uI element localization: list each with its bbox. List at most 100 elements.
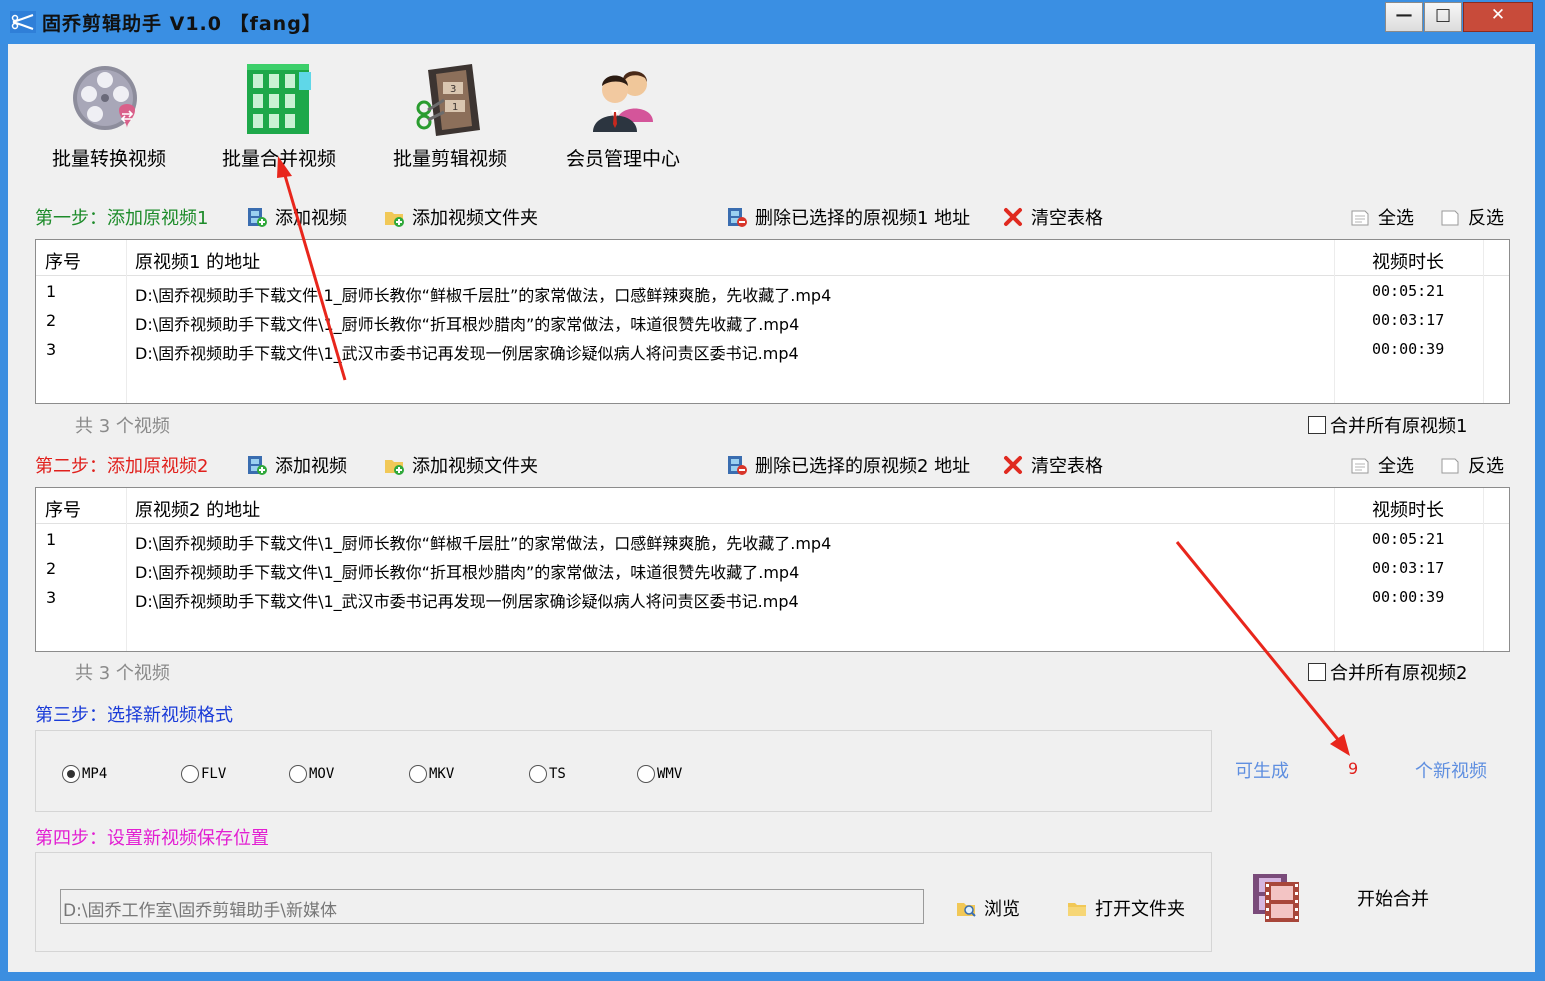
batch-merge-label: 批量合并视频 <box>221 148 336 170</box>
radio-dot[interactable] <box>637 765 655 783</box>
open-folder-button[interactable]: 打开文件夹 <box>1067 895 1185 921</box>
add-video-icon <box>248 456 267 475</box>
scissors-app-icon <box>10 11 36 33</box>
checkbox-box[interactable] <box>1308 416 1326 434</box>
merge-all-video1-label: 合并所有原视频1 <box>1330 416 1468 437</box>
step2-add-folder-button[interactable]: 添加视频文件夹 <box>384 452 538 478</box>
radio-dot[interactable] <box>181 765 199 783</box>
invert-select-icon <box>1441 458 1459 474</box>
merge-all-video1-checkbox[interactable]: 合并所有原视频1 <box>1308 412 1467 438</box>
batch-convert-label: 批量转换视频 <box>51 148 166 170</box>
batch-edit-button[interactable]: 3 1 批量剪辑视频 <box>385 60 515 171</box>
table-row[interactable]: 3 D:\固乔视频助手下载文件\1_武汉市委书记再发现一例居家确诊疑似病人将问责区… <box>36 335 1509 364</box>
table-row[interactable]: 2 D:\固乔视频助手下载文件\1_厨师长教你“折耳根炒腊肉”的家常做法，味道很赞… <box>36 554 1509 583</box>
step3-title: 第三步：选择新视频格式 <box>35 705 233 726</box>
maximize-button[interactable]: □ <box>1424 2 1462 32</box>
step1-add-folder-button[interactable]: 添加视频文件夹 <box>384 204 538 230</box>
step2-select-all-label: 全选 <box>1378 456 1414 477</box>
column-index[interactable]: 序号 <box>45 496 81 522</box>
step2-delete-selected-label: 删除已选择的原视频2 地址 <box>755 456 971 477</box>
format-radio-mkv[interactable]: MKV <box>409 765 454 783</box>
minimize-icon: — <box>1395 5 1413 25</box>
start-merge-label: 开始合并 <box>1357 889 1429 910</box>
radio-dot[interactable] <box>62 765 80 783</box>
step1-delete-selected-button[interactable]: 删除已选择的原视频1 地址 <box>727 204 970 230</box>
close-button[interactable]: ✕ <box>1463 2 1533 32</box>
delete-video-icon <box>728 208 747 227</box>
radio-dot[interactable] <box>529 765 547 783</box>
start-merge-button[interactable]: 开始合并 <box>1251 872 1429 924</box>
open-folder-label: 打开文件夹 <box>1095 899 1185 920</box>
step2-delete-selected-button[interactable]: 删除已选择的原视频2 地址 <box>727 452 970 478</box>
batch-edit-label: 批量剪辑视频 <box>392 148 507 170</box>
column-path[interactable]: 原视频1 的地址 <box>135 248 260 274</box>
browse-button[interactable]: 浏览 <box>956 895 1020 921</box>
add-folder-icon <box>385 212 404 227</box>
table-row[interactable]: 1 D:\固乔视频助手下载文件\1_厨师长教你“鲜椒千层肚”的家常做法，口感鲜辣爽… <box>36 277 1509 306</box>
main-window: 批量转换视频 批量合并视频 3 1 批量剪辑视频 会员管理中心 第一步：添加原视… <box>8 44 1535 972</box>
step2-select-all-button[interactable]: 全选 <box>1350 452 1414 478</box>
table-row[interactable]: 1 D:\固乔视频助手下载文件\1_厨师长教你“鲜椒千层肚”的家常做法，口感鲜辣爽… <box>36 525 1509 554</box>
users-icon <box>593 71 653 132</box>
column-duration[interactable]: 视频时长 <box>1372 496 1444 522</box>
title-bar: 固乔剪辑助手 V1.0 【fang】 — □ ✕ <box>0 0 1545 44</box>
maximize-icon: □ <box>1434 5 1452 25</box>
step1-invert-button[interactable]: 反选 <box>1440 204 1504 230</box>
batch-convert-button[interactable]: 批量转换视频 <box>44 62 174 171</box>
clear-x-icon <box>1004 208 1022 226</box>
merge-all-video2-checkbox[interactable]: 合并所有原视频2 <box>1308 659 1467 685</box>
folder-icon <box>1068 903 1086 916</box>
step2-add-video-label: 添加视频 <box>275 456 347 477</box>
column-duration[interactable]: 视频时长 <box>1372 248 1444 274</box>
radio-dot[interactable] <box>409 765 427 783</box>
format-radio-wmv[interactable]: WMV <box>637 765 682 783</box>
minimize-button[interactable]: — <box>1385 2 1423 32</box>
checkbox-box[interactable] <box>1308 663 1326 681</box>
step2-clear-table-button[interactable]: 清空表格 <box>1003 452 1103 478</box>
column-index[interactable]: 序号 <box>45 248 81 274</box>
format-radio-ts[interactable]: TS <box>529 765 566 783</box>
step1-add-video-label: 添加视频 <box>275 208 347 229</box>
step2-video-table[interactable]: 序号 原视频2 的地址 视频时长 1 D:\固乔视频助手下载文件\1_厨师长教你“… <box>35 487 1510 652</box>
column-path[interactable]: 原视频2 的地址 <box>135 496 260 522</box>
add-folder-icon <box>385 460 404 475</box>
delete-video-icon <box>728 456 747 475</box>
step2-invert-button[interactable]: 反选 <box>1440 452 1504 478</box>
step1-add-video-button[interactable]: 添加视频 <box>247 204 347 230</box>
step2-video-count: 共 3 个视频 <box>75 663 170 684</box>
format-radio-mp4[interactable]: MP4 <box>62 765 107 783</box>
member-center-button[interactable]: 会员管理中心 <box>558 62 688 171</box>
format-radio-flv[interactable]: FLV <box>181 765 226 783</box>
step4-title: 第四步：设置新视频保存位置 <box>35 828 269 849</box>
browse-label: 浏览 <box>984 899 1020 920</box>
step1-select-all-label: 全选 <box>1378 208 1414 229</box>
browse-folder-icon <box>957 903 976 917</box>
format-radio-mov[interactable]: MOV <box>289 765 334 783</box>
step1-clear-table-label: 清空表格 <box>1031 208 1103 229</box>
batch-merge-button[interactable]: 批量合并视频 <box>214 60 344 171</box>
step1-video-table[interactable]: 序号 原视频1 的地址 视频时长 1 D:\固乔视频助手下载文件\1_厨师长教你“… <box>35 239 1510 404</box>
radio-dot[interactable] <box>289 765 307 783</box>
window-title: 固乔剪辑助手 V1.0 【fang】 <box>42 13 322 35</box>
clear-x-icon <box>1004 456 1022 474</box>
step1-title: 第一步：添加原视频1 <box>35 208 209 229</box>
select-all-icon <box>1351 458 1369 474</box>
step1-add-folder-label: 添加视频文件夹 <box>412 208 538 229</box>
table-row[interactable]: 3 D:\固乔视频助手下载文件\1_武汉市委书记再发现一例居家确诊疑似病人将问责区… <box>36 583 1509 612</box>
generate-count: 9 <box>1348 759 1359 778</box>
member-center-label: 会员管理中心 <box>565 148 680 170</box>
step2-add-video-button[interactable]: 添加视频 <box>247 452 347 478</box>
merge-all-video2-label: 合并所有原视频2 <box>1330 663 1468 684</box>
table-row[interactable]: 2 D:\固乔视频助手下载文件\1_厨师长教你“折耳根炒腊肉”的家常做法，味道很赞… <box>36 306 1509 335</box>
close-icon: ✕ <box>1490 5 1506 25</box>
can-generate-label: 可生成 <box>1235 761 1289 782</box>
step1-invert-label: 反选 <box>1468 208 1504 229</box>
step1-clear-table-button[interactable]: 清空表格 <box>1003 204 1103 230</box>
select-all-icon <box>1351 210 1369 226</box>
add-video-icon <box>248 208 267 227</box>
step2-invert-label: 反选 <box>1468 456 1504 477</box>
save-path-input[interactable]: D:\固乔工作室\固乔剪辑助手\新媒体 <box>60 889 924 924</box>
step2-add-folder-label: 添加视频文件夹 <box>412 456 538 477</box>
step1-select-all-button[interactable]: 全选 <box>1350 204 1414 230</box>
film-reel-icon <box>73 66 137 130</box>
